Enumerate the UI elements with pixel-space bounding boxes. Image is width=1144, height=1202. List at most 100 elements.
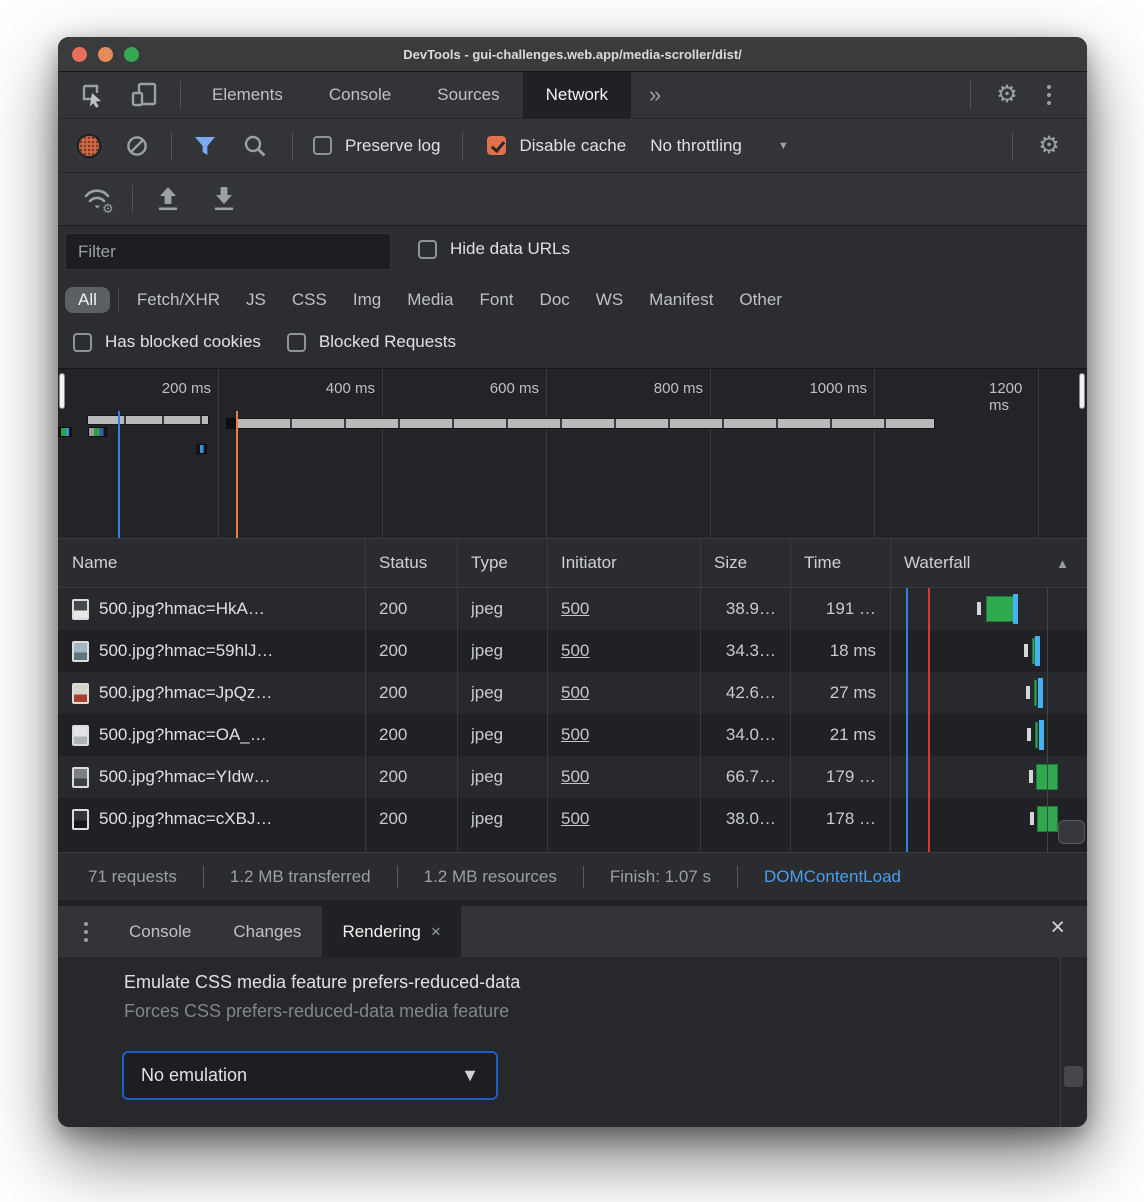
waterfall-end-gridline <box>1047 588 1048 852</box>
customize-devtools-icon[interactable] <box>1035 81 1063 109</box>
network-overview[interactable]: 200 ms400 ms600 ms800 ms1000 ms1200 ms <box>58 368 1087 538</box>
column-header-name[interactable]: Name <box>58 539 365 587</box>
disable-cache-checkbox[interactable] <box>487 136 506 155</box>
network-conditions-icon[interactable]: ⚙ <box>80 184 116 214</box>
table-row[interactable]: 500.jpg?hmac=HkA…200jpeg50038.9…191 … <box>58 588 1087 630</box>
search-icon[interactable] <box>242 133 268 159</box>
table-row[interactable]: 500.jpg?hmac=OA_…200jpeg50034.0…21 ms <box>58 714 1087 756</box>
settings-gear-icon[interactable]: ⚙ <box>993 81 1021 109</box>
export-har-icon[interactable] <box>209 183 239 215</box>
request-name[interactable]: 500.jpg?hmac=HkA… <box>99 599 265 619</box>
clear-network-log-icon[interactable] <box>125 134 149 158</box>
status-cell: 200 <box>379 714 485 756</box>
drawer-tab-rendering[interactable]: Rendering× <box>322 906 460 957</box>
network-conditions-toolbar: ⚙ <box>58 172 1087 225</box>
table-row[interactable]: 500.jpg?hmac=YIdw…200jpeg50066.7…179 … <box>58 756 1087 798</box>
tab-network[interactable]: Network <box>523 72 631 118</box>
column-header-status[interactable]: Status <box>365 539 457 587</box>
request-name[interactable]: 500.jpg?hmac=OA_… <box>99 725 267 745</box>
summary-divider <box>397 866 398 888</box>
waterfall-blue-bar <box>1039 720 1044 750</box>
overview-bar-mini2 <box>88 427 107 437</box>
size-cell: 34.3… <box>700 630 776 672</box>
chip-doc[interactable]: Doc <box>527 287 583 313</box>
chip-other[interactable]: Other <box>726 287 795 313</box>
overview-gridline <box>218 369 219 538</box>
request-name[interactable]: 500.jpg?hmac=JpQz… <box>99 683 272 703</box>
table-row[interactable]: 500.jpg?hmac=JpQz…200jpeg50042.6…27 ms <box>58 672 1087 714</box>
drawer-close-icon[interactable]: × <box>1050 915 1065 940</box>
preserve-log-checkbox[interactable] <box>313 136 332 155</box>
column-separator <box>890 538 891 852</box>
column-header-time[interactable]: Time <box>790 539 890 587</box>
request-name-cell: 500.jpg?hmac=HkA… <box>58 588 365 630</box>
chip-all[interactable]: All <box>65 287 110 313</box>
chip-font[interactable]: Font <box>467 287 527 313</box>
request-name[interactable]: 500.jpg?hmac=YIdw… <box>99 767 271 787</box>
type-cell: jpeg <box>471 714 575 756</box>
column-header-initiator[interactable]: Initiator <box>547 539 700 587</box>
request-thumbnail <box>72 809 89 830</box>
network-settings-gear-icon[interactable]: ⚙ <box>1035 132 1063 160</box>
load-event-line-body <box>928 588 930 852</box>
blocked-requests-checkbox[interactable] <box>287 333 306 352</box>
summary-divider <box>203 866 204 888</box>
column-header-waterfall[interactable]: Waterfall <box>890 539 1087 587</box>
tab-elements[interactable]: Elements <box>189 72 306 118</box>
chip-js[interactable]: JS <box>233 287 279 313</box>
summary-item: 71 requests <box>88 867 177 887</box>
overview-bar-graylong <box>237 418 935 429</box>
hide-data-urls-checkbox[interactable] <box>418 240 437 259</box>
chip-manifest[interactable]: Manifest <box>636 287 726 313</box>
request-name[interactable]: 500.jpg?hmac=cXBJ… <box>99 809 272 829</box>
column-separator <box>700 538 701 852</box>
initiator-link[interactable]: 500 <box>561 725 589 745</box>
initiator-link[interactable]: 500 <box>561 767 589 787</box>
request-name[interactable]: 500.jpg?hmac=59hlJ… <box>99 641 273 661</box>
column-header-type[interactable]: Type <box>457 539 547 587</box>
chip-img[interactable]: Img <box>340 287 394 313</box>
drawer-menu-icon[interactable] <box>84 922 88 942</box>
initiator-link[interactable]: 500 <box>561 599 589 619</box>
table-row[interactable]: 500.jpg?hmac=cXBJ…200jpeg50038.0…178 … <box>58 798 1087 840</box>
network-scrollbar-thumb[interactable] <box>1058 820 1085 844</box>
size-cell: 38.0… <box>700 798 776 840</box>
chip-media[interactable]: Media <box>394 287 466 313</box>
has-blocked-cookies-checkbox[interactable] <box>73 333 92 352</box>
initiator-link[interactable]: 500 <box>561 641 589 661</box>
import-har-icon[interactable] <box>153 183 183 215</box>
record-network-log-button[interactable] <box>79 136 99 156</box>
device-toolbar-icon[interactable] <box>130 81 158 109</box>
tab-sources[interactable]: Sources <box>414 72 522 118</box>
svg-text:⚙: ⚙ <box>102 201 114 214</box>
chip-css[interactable]: CSS <box>279 287 340 313</box>
close-rendering-tab-icon[interactable]: × <box>431 922 441 942</box>
column-header-size[interactable]: Size <box>700 539 790 587</box>
overview-bar-mini3 <box>196 444 207 454</box>
throttling-select[interactable]: No throttling <box>650 136 742 156</box>
chip-fetchxhr[interactable]: Fetch/XHR <box>124 287 233 313</box>
tab-console[interactable]: Console <box>306 72 414 118</box>
filter-input[interactable] <box>65 233 391 270</box>
table-row[interactable]: 500.jpg?hmac=59hlJ…200jpeg50034.3…18 ms <box>58 630 1087 672</box>
emulation-select-value: No emulation <box>141 1065 247 1086</box>
chip-ws[interactable]: WS <box>583 287 636 313</box>
throttling-caret-icon[interactable]: ▼ <box>778 140 789 152</box>
load-event-line <box>236 411 238 538</box>
status-cell: 200 <box>379 756 485 798</box>
waterfall-blue-bar <box>1038 678 1043 708</box>
drawer-tab-changes[interactable]: Changes <box>212 906 322 957</box>
emulation-select-caret-icon: ▼ <box>461 1065 479 1086</box>
inspect-element-icon[interactable] <box>78 81 106 109</box>
waterfall-tick-bar <box>1027 728 1031 741</box>
time-cell: 27 ms <box>790 672 876 714</box>
drawer-tab-console[interactable]: Console <box>108 906 212 957</box>
filter-funnel-icon[interactable] <box>192 133 218 159</box>
emulation-select[interactable]: No emulation ▼ <box>122 1051 498 1100</box>
initiator-link[interactable]: 500 <box>561 683 589 703</box>
more-panels-icon[interactable]: » <box>631 82 679 108</box>
drawer-scrollbar-thumb[interactable] <box>1064 1066 1083 1087</box>
size-cell: 38.9… <box>700 588 776 630</box>
overview-bar-handle <box>1079 373 1085 409</box>
initiator-link[interactable]: 500 <box>561 809 589 829</box>
